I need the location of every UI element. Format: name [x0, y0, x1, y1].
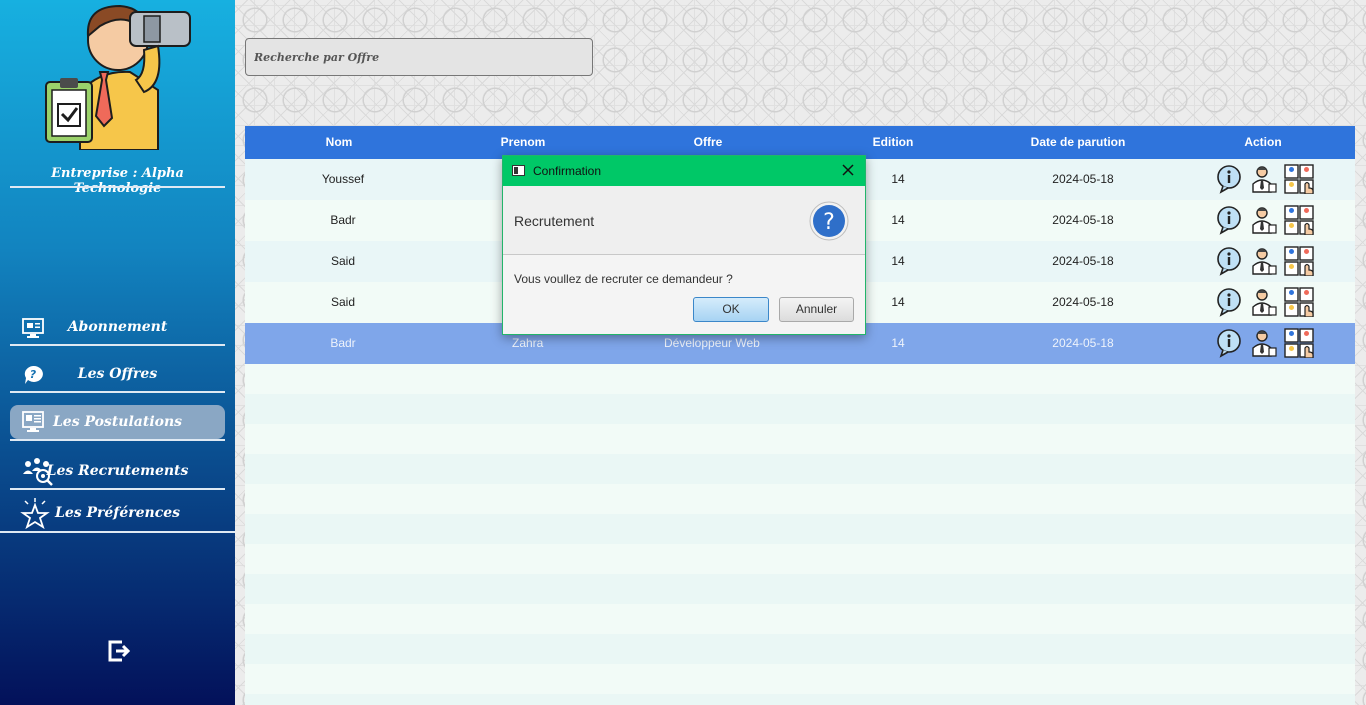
recruiter-icon[interactable]	[1249, 287, 1279, 317]
sidebar-item-preferences[interactable]: Les Préférences	[10, 496, 225, 532]
dialog-message: Vous voullez de recruter ce demandeur ?	[514, 272, 733, 286]
window-icon	[512, 165, 525, 176]
column-header-action[interactable]: Action	[1173, 135, 1353, 149]
select-candidate-icon[interactable]	[1283, 164, 1314, 195]
info-icon[interactable]	[1215, 287, 1245, 317]
info-icon[interactable]	[1215, 328, 1245, 358]
cell-nom: Said	[330, 295, 356, 309]
sidebar-item-recrutements[interactable]: Les Recrutements	[10, 454, 225, 490]
info-icon[interactable]	[1215, 164, 1245, 194]
search-input[interactable]	[245, 38, 593, 76]
recruiter-icon[interactable]	[1249, 328, 1279, 358]
company-name: Entreprise : Alpha Technologie	[51, 166, 184, 196]
divider	[10, 439, 225, 441]
recruiter-icon[interactable]	[1249, 246, 1279, 276]
logout-icon[interactable]	[106, 638, 130, 664]
select-candidate-icon[interactable]	[1283, 328, 1314, 359]
empty-row-stripe	[245, 394, 1355, 424]
recruiter-icon[interactable]	[1249, 205, 1279, 235]
sidebar: Entreprise : Alpha Technologie Abonnemen…	[0, 0, 235, 705]
divider	[10, 391, 225, 393]
sidebar-item-label: Abonnement	[67, 319, 168, 335]
cell-date: 2024-05-18	[1052, 213, 1114, 227]
divider	[10, 344, 225, 346]
cell-nom: Said	[330, 254, 356, 268]
empty-row-stripe	[245, 694, 1355, 705]
info-icon[interactable]	[1215, 246, 1245, 276]
sidebar-item-offres[interactable]: ? Les Offres	[10, 357, 225, 393]
divider	[10, 488, 225, 490]
cell-date: 2024-05-18	[1052, 295, 1114, 309]
cell-nom: Badr	[330, 213, 356, 227]
sidebar-item-label: Les Recrutements	[46, 463, 189, 479]
main-content: Nom Prenom Offre Edition Date de parutio…	[235, 0, 1366, 705]
info-icon[interactable]	[1215, 205, 1245, 235]
column-header-edition[interactable]: Edition	[803, 135, 983, 149]
select-candidate-icon[interactable]	[1283, 205, 1314, 236]
dialog-title: Confirmation	[533, 164, 602, 178]
close-icon[interactable]	[841, 163, 855, 177]
cancel-button[interactable]: Annuler	[779, 297, 854, 322]
sidebar-item-label: Les Préférences	[54, 505, 181, 521]
cell-nom: Youssef	[321, 172, 365, 186]
empty-row-stripe	[245, 574, 1355, 604]
sidebar-item-label: Les Postulations	[52, 414, 183, 430]
empty-row-stripe	[245, 514, 1355, 544]
sidebar-item-postulations[interactable]: Les Postulations	[10, 405, 225, 441]
cell-nom: Badr	[330, 336, 356, 350]
dialog-header: Recrutement ?	[503, 186, 865, 255]
ok-button[interactable]: OK	[693, 297, 769, 322]
recruiter-icon[interactable]	[1249, 164, 1279, 194]
column-header-nom[interactable]: Nom	[245, 135, 433, 149]
column-header-offre[interactable]: Offre	[613, 135, 803, 149]
sidebar-item-abonnement[interactable]: Abonnement	[10, 310, 225, 346]
cell-date: 2024-05-18	[1052, 172, 1114, 186]
recruiter-binoculars-logo	[45, 4, 191, 150]
column-header-date[interactable]: Date de parution	[983, 135, 1173, 149]
confirmation-dialog: Confirmation Recrutement ? Vous voullez …	[502, 155, 866, 335]
svg-text:?: ?	[823, 210, 835, 235]
dialog-titlebar[interactable]: Confirmation	[503, 156, 865, 186]
column-header-prenom[interactable]: Prenom	[433, 135, 613, 149]
dialog-header-text: Recrutement	[514, 213, 595, 229]
cell-date: 2024-05-18	[1052, 254, 1114, 268]
sidebar-item-label: Les Offres	[77, 366, 158, 382]
cell-edition: 14	[891, 336, 905, 350]
empty-row-stripe	[245, 634, 1355, 664]
sidebar-divider	[0, 531, 235, 533]
cell-date: 2024-05-18	[1052, 336, 1114, 350]
empty-row-stripe	[245, 454, 1355, 484]
select-candidate-icon[interactable]	[1283, 287, 1314, 318]
question-icon: ?	[809, 201, 849, 241]
company-divider	[10, 186, 225, 188]
select-candidate-icon[interactable]	[1283, 246, 1314, 277]
